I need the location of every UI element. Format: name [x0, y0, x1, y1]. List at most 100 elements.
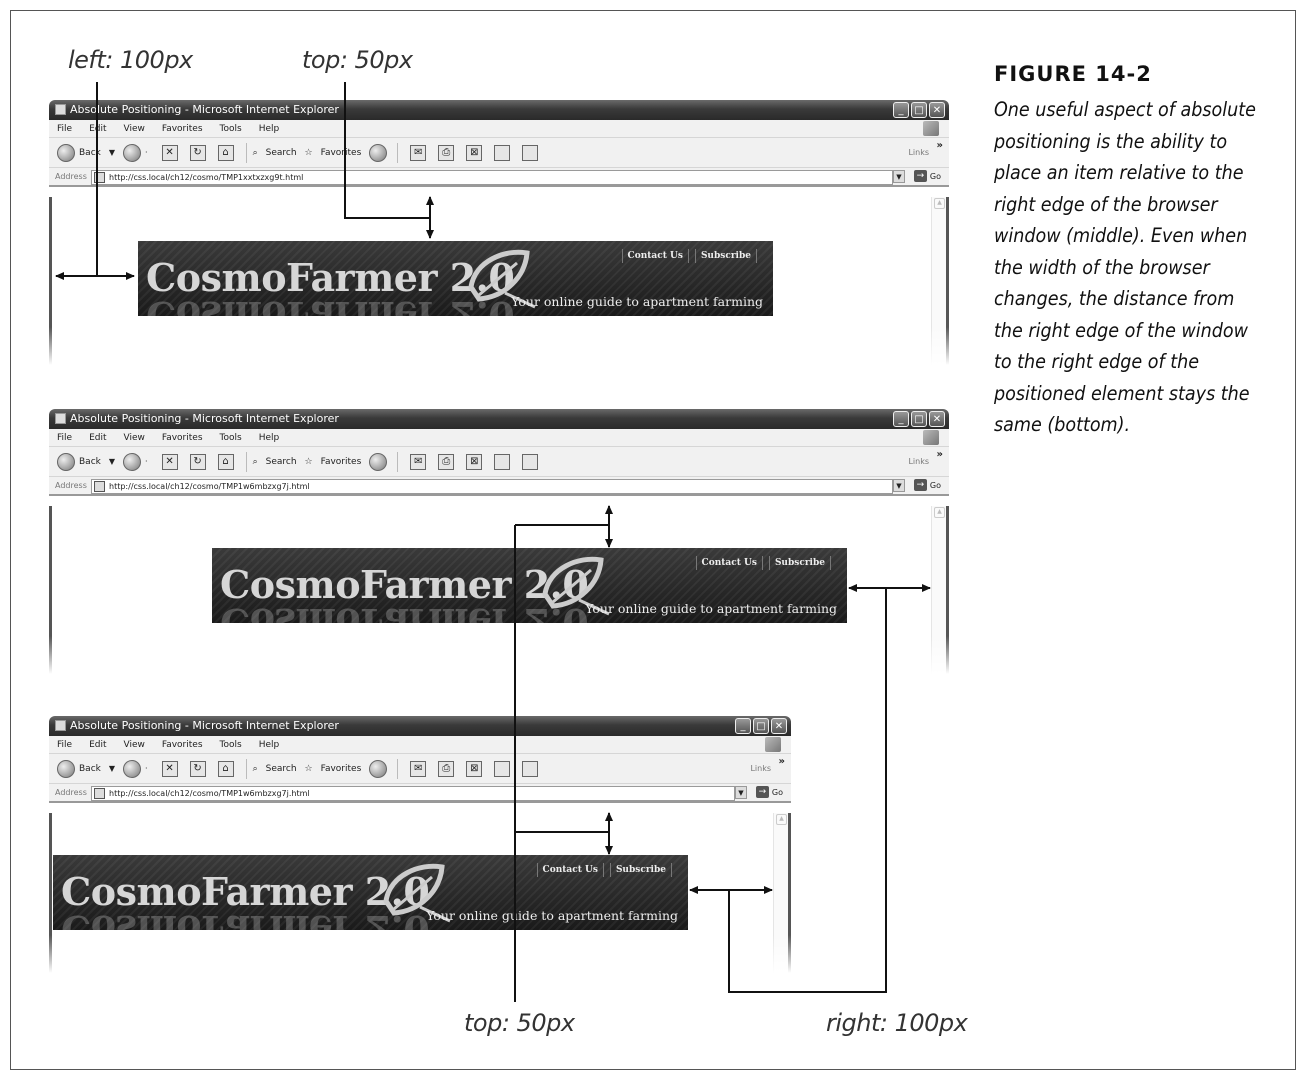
- discuss-icon[interactable]: [494, 453, 511, 470]
- edit-icon[interactable]: ⊠: [466, 144, 483, 161]
- contact-us-link[interactable]: Contact Us: [695, 556, 763, 570]
- back-dropdown-icon[interactable]: ▼: [109, 148, 115, 157]
- print-icon[interactable]: ⎙: [438, 144, 455, 161]
- address-input[interactable]: http://css.local/ch12/cosmo/TMP1w6mbzxg7…: [91, 479, 893, 494]
- close-button[interactable]: ✕: [929, 102, 945, 118]
- scroll-up-icon[interactable]: ▲: [776, 814, 787, 825]
- links-label[interactable]: Links: [750, 764, 771, 773]
- forward-icon[interactable]: [123, 452, 142, 471]
- forward-dropdown-icon[interactable]: ·: [145, 148, 148, 157]
- close-button[interactable]: ✕: [771, 718, 787, 734]
- messenger-icon[interactable]: [522, 453, 539, 470]
- favorites-label[interactable]: Favorites: [321, 457, 362, 467]
- stop-icon[interactable]: ✕: [161, 144, 178, 161]
- refresh-icon[interactable]: ↻: [189, 760, 206, 777]
- mail-icon[interactable]: ✉: [410, 453, 427, 470]
- search-icon[interactable]: ⌕: [253, 148, 258, 158]
- favorites-label[interactable]: Favorites: [321, 764, 362, 774]
- back-label[interactable]: Back: [79, 764, 101, 774]
- subscribe-link[interactable]: Subscribe: [768, 556, 831, 570]
- links-label[interactable]: Links: [908, 148, 929, 157]
- menu-file[interactable]: File: [57, 124, 72, 134]
- refresh-icon[interactable]: ↻: [189, 144, 206, 161]
- menu-file[interactable]: File: [57, 740, 72, 750]
- go-button[interactable]: → Go: [913, 170, 941, 182]
- search-label[interactable]: Search: [266, 457, 297, 467]
- search-icon[interactable]: ⌕: [253, 764, 258, 774]
- favorites-label[interactable]: Favorites: [321, 148, 362, 158]
- address-dropdown-icon[interactable]: ▼: [893, 170, 905, 183]
- toolbar-chevron-icon[interactable]: »: [937, 449, 943, 460]
- menu-edit[interactable]: Edit: [89, 124, 106, 134]
- history-icon[interactable]: [369, 759, 388, 778]
- home-icon[interactable]: ⌂: [217, 453, 234, 470]
- menu-edit[interactable]: Edit: [89, 433, 106, 443]
- minimize-button[interactable]: _: [893, 411, 909, 427]
- forward-dropdown-icon[interactable]: ·: [145, 457, 148, 466]
- go-button[interactable]: → Go: [913, 479, 941, 491]
- menu-file[interactable]: File: [57, 433, 72, 443]
- search-icon[interactable]: ⌕: [253, 457, 258, 467]
- favorites-star-icon[interactable]: ☆: [305, 457, 313, 467]
- menu-tools[interactable]: Tools: [220, 124, 242, 134]
- minimize-button[interactable]: _: [893, 102, 909, 118]
- address-dropdown-icon[interactable]: ▼: [735, 786, 747, 799]
- print-icon[interactable]: ⎙: [438, 760, 455, 777]
- history-icon[interactable]: [369, 452, 388, 471]
- contact-us-link[interactable]: Contact Us: [621, 249, 689, 263]
- print-icon[interactable]: ⎙: [438, 453, 455, 470]
- maximize-button[interactable]: □: [911, 411, 927, 427]
- forward-icon[interactable]: [123, 143, 142, 162]
- back-icon[interactable]: [57, 759, 75, 778]
- maximize-button[interactable]: □: [753, 718, 769, 734]
- menu-edit[interactable]: Edit: [89, 740, 106, 750]
- discuss-icon[interactable]: [494, 144, 511, 161]
- menu-favorites[interactable]: Favorites: [162, 740, 203, 750]
- close-button[interactable]: ✕: [929, 411, 945, 427]
- back-dropdown-icon[interactable]: ▼: [109, 764, 115, 773]
- back-icon[interactable]: [57, 143, 75, 162]
- menu-tools[interactable]: Tools: [220, 740, 242, 750]
- back-icon[interactable]: [57, 452, 75, 471]
- menu-help[interactable]: Help: [259, 433, 280, 443]
- links-label[interactable]: Links: [908, 457, 929, 466]
- back-label[interactable]: Back: [79, 457, 101, 467]
- minimize-button[interactable]: _: [735, 718, 751, 734]
- menu-favorites[interactable]: Favorites: [162, 433, 203, 443]
- home-icon[interactable]: ⌂: [217, 760, 234, 777]
- discuss-icon[interactable]: [494, 760, 511, 777]
- address-dropdown-icon[interactable]: ▼: [893, 479, 905, 492]
- menu-help[interactable]: Help: [259, 124, 280, 134]
- edit-icon[interactable]: ⊠: [466, 760, 483, 777]
- favorites-star-icon[interactable]: ☆: [305, 148, 313, 158]
- home-icon[interactable]: ⌂: [217, 144, 234, 161]
- forward-icon[interactable]: [123, 759, 142, 778]
- menu-favorites[interactable]: Favorites: [162, 124, 203, 134]
- menu-help[interactable]: Help: [259, 740, 280, 750]
- messenger-icon[interactable]: [522, 144, 539, 161]
- address-input[interactable]: http://css.local/ch12/cosmo/TMP1xxtxzxg9…: [91, 170, 893, 185]
- search-label[interactable]: Search: [266, 148, 297, 158]
- messenger-icon[interactable]: [522, 760, 539, 777]
- mail-icon[interactable]: ✉: [410, 144, 427, 161]
- stop-icon[interactable]: ✕: [161, 453, 178, 470]
- toolbar-chevron-icon[interactable]: »: [779, 756, 785, 767]
- subscribe-link[interactable]: Subscribe: [694, 249, 757, 263]
- toolbar-chevron-icon[interactable]: »: [937, 140, 943, 151]
- forward-dropdown-icon[interactable]: ·: [145, 764, 148, 773]
- back-label[interactable]: Back: [79, 148, 101, 158]
- scroll-up-icon[interactable]: ▲: [934, 507, 945, 518]
- back-dropdown-icon[interactable]: ▼: [109, 457, 115, 466]
- scroll-up-icon[interactable]: ▲: [934, 198, 945, 209]
- search-label[interactable]: Search: [266, 764, 297, 774]
- menu-tools[interactable]: Tools: [220, 433, 242, 443]
- mail-icon[interactable]: ✉: [410, 760, 427, 777]
- favorites-star-icon[interactable]: ☆: [305, 764, 313, 774]
- menu-view[interactable]: View: [124, 740, 145, 750]
- refresh-icon[interactable]: ↻: [189, 453, 206, 470]
- menu-view[interactable]: View: [124, 433, 145, 443]
- maximize-button[interactable]: □: [911, 102, 927, 118]
- stop-icon[interactable]: ✕: [161, 760, 178, 777]
- menu-view[interactable]: View: [124, 124, 145, 134]
- edit-icon[interactable]: ⊠: [466, 453, 483, 470]
